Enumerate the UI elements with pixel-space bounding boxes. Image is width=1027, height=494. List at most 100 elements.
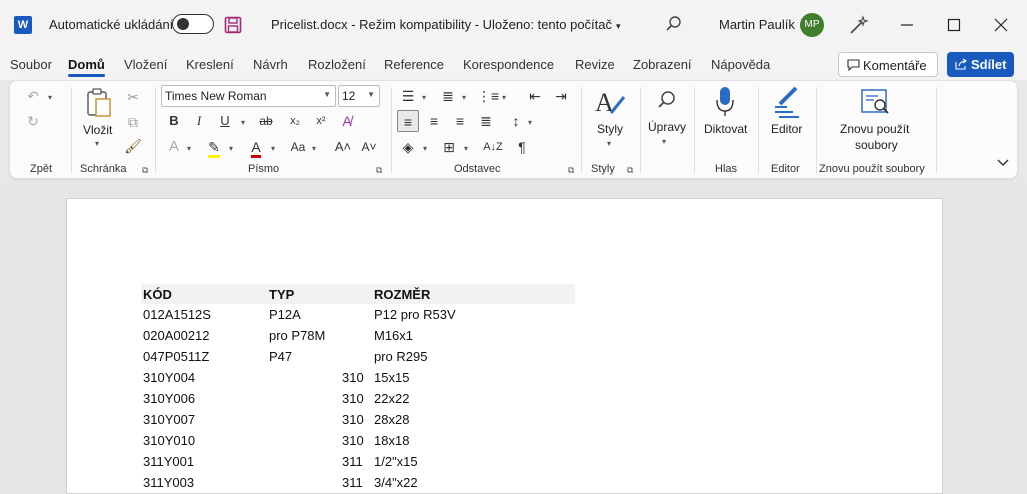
editing-dropdown-icon[interactable]: ▾ (662, 137, 666, 146)
reuse-label-line1[interactable]: Znovu použít (840, 122, 909, 136)
align-right-icon[interactable]: ≡ (449, 110, 471, 132)
align-left-icon[interactable]: ≡ (397, 110, 419, 132)
undo-dropdown-icon[interactable]: ▾ (48, 93, 52, 102)
numbering-icon[interactable]: ≣ (437, 85, 459, 107)
underline-dropdown-icon[interactable]: ▾ (241, 118, 245, 127)
comment-icon (847, 59, 860, 71)
superscript-icon[interactable]: x² (310, 110, 332, 132)
multilevel-dropdown-icon[interactable]: ▾ (502, 93, 506, 102)
copy-icon[interactable]: ⧉ (122, 111, 144, 133)
change-case-dropdown-icon[interactable]: ▾ (312, 144, 316, 153)
borders-icon[interactable]: ⊞ (438, 136, 460, 158)
group-label-clipboard: Schránka (80, 163, 127, 175)
format-painter-icon[interactable]: 🖌 (122, 135, 144, 157)
microphone-icon[interactable] (714, 85, 736, 122)
editing-label[interactable]: Úpravy (648, 120, 686, 134)
group-label-paragraph: Odstavec (454, 163, 501, 175)
line-spacing-icon[interactable]: ↕ (505, 110, 527, 132)
editor-icon[interactable] (771, 85, 803, 122)
decrease-indent-icon[interactable]: ⇤ (524, 85, 546, 107)
show-marks-icon[interactable]: ¶ (511, 136, 533, 158)
multilevel-list-icon[interactable]: ⋮≡ (477, 85, 499, 107)
user-name[interactable]: Martin Paulík (719, 17, 795, 32)
text-effects-icon[interactable]: A (163, 136, 185, 158)
tab-kresleni[interactable]: Kreslení (186, 57, 234, 72)
tab-rozlozeni[interactable]: Rozložení (308, 57, 366, 72)
redo-icon[interactable]: ↻ (22, 110, 44, 132)
highlight-icon[interactable]: ✎ (203, 136, 225, 158)
font-color-dropdown-icon[interactable]: ▾ (271, 144, 275, 153)
subscript-icon[interactable]: x₂ (284, 110, 306, 132)
magic-wand-icon[interactable] (848, 14, 870, 39)
avatar[interactable]: MP (800, 13, 824, 37)
tab-napoveda[interactable]: Nápověda (711, 57, 770, 72)
tab-soubor[interactable]: Soubor (10, 57, 52, 72)
increase-indent-icon[interactable]: ⇥ (550, 85, 572, 107)
line-spacing-dropdown-icon[interactable]: ▾ (528, 118, 532, 127)
tab-vlozeni[interactable]: Vložení (124, 57, 167, 72)
align-center-icon[interactable]: ≡ (423, 110, 445, 132)
dictate-label[interactable]: Diktovat (704, 122, 747, 136)
separator (816, 87, 817, 173)
paste-label[interactable]: Vložit (83, 123, 112, 137)
search-icon[interactable] (665, 15, 683, 36)
tab-revize[interactable]: Revize (575, 57, 615, 72)
group-label-undo: Zpět (30, 163, 53, 175)
shrink-font-icon[interactable]: A˅ (358, 136, 380, 158)
highlight-dropdown-icon[interactable]: ▾ (229, 144, 233, 153)
shading-dropdown-icon[interactable]: ▾ (423, 144, 427, 153)
grow-font-icon[interactable]: A˄ (332, 136, 354, 158)
numbering-dropdown-icon[interactable]: ▾ (462, 93, 466, 102)
clear-formatting-icon[interactable]: A̸ (336, 110, 358, 132)
paragraph-launcher-icon[interactable]: ⧉ (568, 165, 574, 176)
collapse-ribbon-icon[interactable] (996, 157, 1010, 171)
maximize-button[interactable] (942, 13, 966, 37)
document-title[interactable]: Pricelist.docx - Režim kompatibility - U… (271, 17, 621, 32)
styles-launcher-icon[interactable]: ⧉ (627, 165, 633, 176)
cell-kod: 012A1512S (143, 307, 211, 322)
change-case-icon[interactable]: Aa (287, 136, 309, 158)
reuse-label-line2[interactable]: soubory (855, 138, 898, 152)
editor-label[interactable]: Editor (771, 122, 802, 136)
font-name-combo[interactable]: Times New Roman ▼ (161, 85, 336, 107)
font-size-value: 12 (342, 89, 356, 103)
strikethrough-icon[interactable]: ab (255, 110, 277, 132)
tab-domu[interactable]: Domů (68, 57, 105, 77)
tab-korespondence[interactable]: Korespondence (463, 57, 554, 72)
document-page[interactable]: KÓD TYP ROZMĚR 012A1512S P12A P12 pro R53V… (66, 198, 943, 494)
font-color-icon[interactable]: A (245, 136, 267, 158)
separator (640, 87, 641, 173)
comments-button[interactable]: Komentáře (838, 52, 938, 77)
italic-icon[interactable]: I (188, 110, 210, 132)
text-effects-dropdown-icon[interactable]: ▾ (187, 144, 191, 153)
paste-icon[interactable] (83, 87, 115, 122)
close-button[interactable] (989, 13, 1013, 37)
styles-dropdown-icon[interactable]: ▾ (607, 139, 611, 148)
tab-reference[interactable]: Reference (384, 57, 444, 72)
tab-navrh[interactable]: Návrh (253, 57, 288, 72)
underline-icon[interactable]: U (214, 110, 236, 132)
font-launcher-icon[interactable]: ⧉ (376, 165, 382, 176)
shading-icon[interactable]: ◈ (397, 136, 419, 158)
autosave-toggle[interactable] (172, 14, 214, 34)
share-button[interactable]: Sdílet (947, 52, 1014, 77)
styles-label[interactable]: Styly (597, 122, 623, 136)
justify-icon[interactable]: ≣ (475, 110, 497, 132)
find-icon[interactable] (656, 89, 678, 114)
bullets-icon[interactable]: ☰ (397, 85, 419, 107)
reuse-files-icon[interactable] (861, 89, 891, 120)
bullets-dropdown-icon[interactable]: ▾ (422, 93, 426, 102)
bold-icon[interactable]: B (163, 110, 185, 132)
tab-zobrazeni[interactable]: Zobrazení (633, 57, 692, 72)
clipboard-launcher-icon[interactable]: ⧉ (142, 165, 148, 176)
save-icon[interactable] (224, 16, 242, 37)
font-size-combo[interactable]: 12 ▼ (338, 85, 380, 107)
cut-icon[interactable]: ✂ (122, 86, 144, 108)
paste-dropdown-icon[interactable]: ▾ (95, 139, 99, 148)
sort-icon[interactable]: A↓Z (482, 136, 504, 158)
minimize-button[interactable] (895, 13, 919, 37)
price-table[interactable]: KÓD TYP ROZMĚR 012A1512S P12A P12 pro R53V… (141, 284, 575, 493)
borders-dropdown-icon[interactable]: ▾ (464, 144, 468, 153)
undo-icon[interactable]: ↶ (22, 85, 44, 107)
styles-icon[interactable]: A (593, 85, 627, 122)
